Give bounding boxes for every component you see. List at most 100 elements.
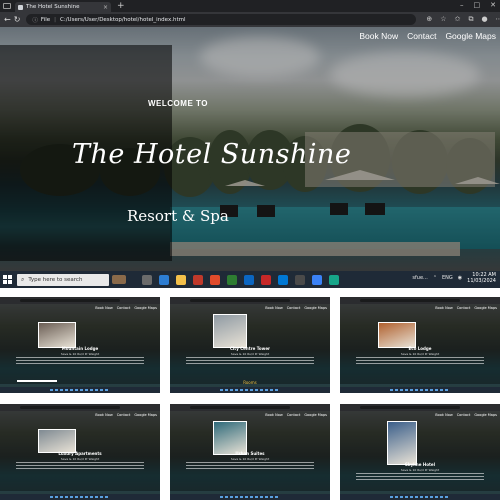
thumb-taskbar bbox=[340, 387, 500, 393]
url-separator: | bbox=[54, 16, 56, 23]
collections-icon[interactable]: ⧉ bbox=[468, 15, 473, 24]
taskbar-app-icon[interactable] bbox=[159, 274, 169, 285]
thumb-hotel-subtitle: Save & 10 Rs/d Pr Weight bbox=[400, 468, 440, 472]
thumb-browser-chrome bbox=[170, 297, 330, 304]
taskbar-app-icon[interactable] bbox=[176, 274, 186, 285]
address-bar: ← ↻ ⓘ File | C:/Users/User/Desktop/hotel… bbox=[0, 12, 500, 27]
favorite-star-icon[interactable]: ☆ bbox=[440, 15, 446, 24]
thumb-browser-chrome bbox=[0, 297, 160, 304]
hotel-page-thumbnail: Book Now Contact Google Maps Skyline Hotel S… bbox=[340, 404, 500, 500]
thumb-nav-link[interactable]: Contact bbox=[117, 413, 131, 417]
hotel-page-thumbnail: Book Now Contact Google Maps Mountain Lodge… bbox=[0, 297, 160, 393]
new-tab-button[interactable]: + bbox=[117, 1, 125, 11]
thumb-nav-link[interactable]: Book Now bbox=[95, 413, 112, 417]
thumb-nav-link[interactable]: Google Maps bbox=[134, 413, 157, 417]
thumb-hotel-subtitle: Save & 10 Rs/d Pr Weight bbox=[230, 352, 270, 356]
favorites-icon[interactable]: ✩ bbox=[455, 15, 461, 24]
hotel-page-thumbnail: Book Now Contact Google Maps Urban Suites Sa… bbox=[170, 404, 330, 500]
search-icon: ⌕ bbox=[21, 275, 25, 283]
thumb-nav-link[interactable]: Book Now bbox=[265, 413, 282, 417]
thumb-description-text bbox=[186, 462, 314, 471]
close-tab-icon[interactable]: × bbox=[103, 4, 108, 11]
browser-toolbar: ⊕ ☆ ✩ ⧉ ● ⋯ bbox=[426, 15, 500, 24]
thumb-nav-link[interactable]: Contact bbox=[117, 306, 131, 310]
thumb-nav-link[interactable]: Book Now bbox=[265, 306, 282, 310]
thumb-section-label: Rooms bbox=[243, 380, 257, 385]
thumb-nav-link[interactable]: Google Maps bbox=[304, 306, 327, 310]
zoom-icon[interactable]: ⊕ bbox=[426, 15, 432, 24]
thumb-hotel-photo bbox=[386, 421, 417, 465]
thumb-hotel-subtitle: Save & 10 Rs/d Pr Weight bbox=[230, 457, 270, 461]
search-placeholder: Type here to search bbox=[28, 276, 83, 283]
welcome-heading: WELCOME TO bbox=[148, 99, 208, 108]
nav-contact[interactable]: Contact bbox=[407, 31, 436, 41]
thumb-nav-link[interactable]: Contact bbox=[287, 413, 301, 417]
taskbar-app-icon[interactable] bbox=[295, 274, 305, 285]
taskbar-clock[interactable]: 10:22 AM 11/03/2024 bbox=[467, 272, 496, 284]
search-highlight-image bbox=[112, 275, 126, 284]
thumb-hotel-name: Eco Lodge bbox=[408, 346, 432, 351]
wifi-icon[interactable]: ◉ bbox=[458, 275, 462, 281]
thumb-description-text bbox=[186, 357, 314, 366]
thumb-top-nav: Book Now Contact Google Maps bbox=[95, 413, 157, 417]
thumb-top-nav: Book Now Contact Google Maps bbox=[265, 306, 327, 310]
taskbar-app-icon[interactable] bbox=[244, 274, 254, 285]
thumb-hotel-photo bbox=[38, 429, 77, 453]
more-options-icon[interactable]: ⋯ bbox=[496, 15, 500, 24]
main-browser-screenshot: The Hotel Sunshine × + – □ ✕ ← ↻ ⓘ File … bbox=[0, 0, 500, 288]
system-tray: sfue... ⌃ ENG ◉ 10:22 AM 11/03/2024 bbox=[412, 272, 496, 284]
thumb-top-nav: Book Now Contact Google Maps bbox=[435, 413, 497, 417]
top-nav: Book Now Contact Google Maps bbox=[359, 31, 496, 41]
thumb-dim-overlay bbox=[340, 304, 500, 384]
info-icon[interactable]: ⓘ bbox=[32, 16, 38, 24]
taskbar-app-icon[interactable] bbox=[261, 274, 271, 285]
refresh-icon[interactable]: ↻ bbox=[14, 15, 21, 24]
thumb-nav-link[interactable]: Contact bbox=[457, 413, 471, 417]
taskbar-app-icon[interactable] bbox=[210, 274, 220, 285]
clock-date: 11/03/2024 bbox=[467, 278, 496, 284]
hotel-hero-page: Book Now Contact Google Maps WELCOME TO … bbox=[0, 27, 500, 271]
taskbar-app-icon[interactable] bbox=[193, 274, 203, 285]
taskbar-search-input[interactable]: ⌕ Type here to search bbox=[17, 273, 109, 286]
thumb-nav-link[interactable]: Book Now bbox=[95, 306, 112, 310]
taskbar-app-icon[interactable] bbox=[278, 274, 288, 285]
thumb-nav-link[interactable]: Google Maps bbox=[134, 306, 157, 310]
thumb-taskbar bbox=[0, 387, 160, 393]
taskbar-app-icon[interactable] bbox=[329, 274, 339, 285]
maximize-icon[interactable]: □ bbox=[474, 1, 481, 9]
nav-google-maps[interactable]: Google Maps bbox=[445, 31, 496, 41]
thumb-hotel-photo bbox=[378, 322, 417, 348]
thumb-nav-link[interactable]: Google Maps bbox=[474, 413, 497, 417]
thumb-dim-overlay bbox=[0, 304, 160, 384]
thumb-nav-link[interactable]: Contact bbox=[287, 306, 301, 310]
taskbar-app-icon[interactable] bbox=[312, 274, 322, 285]
taskbar-app-icon[interactable] bbox=[142, 274, 152, 285]
nav-book-now[interactable]: Book Now bbox=[359, 31, 398, 41]
close-window-icon[interactable]: ✕ bbox=[490, 1, 496, 9]
tray-user-label[interactable]: sfue... bbox=[412, 275, 427, 281]
thumb-description-text bbox=[16, 357, 144, 366]
taskbar-app-icons bbox=[142, 274, 339, 285]
workspaces-icon[interactable] bbox=[3, 3, 11, 9]
thumb-taskbar bbox=[170, 387, 330, 393]
thumb-hotel-subtitle: Save & 10 Rs/d Pr Weight bbox=[400, 352, 440, 356]
browser-tab[interactable]: The Hotel Sunshine × bbox=[15, 2, 111, 12]
window-controls: – □ ✕ bbox=[460, 1, 496, 9]
thumb-nav-link[interactable]: Contact bbox=[457, 306, 471, 310]
profile-icon[interactable]: ● bbox=[481, 15, 487, 24]
language-indicator[interactable]: ENG bbox=[442, 275, 453, 281]
thumb-hotel-name: City Centre Tower bbox=[229, 346, 271, 351]
thumb-nav-link[interactable]: Google Maps bbox=[474, 306, 497, 310]
thumb-nav-link[interactable]: Book Now bbox=[435, 306, 452, 310]
thumb-hotel-photo bbox=[212, 314, 247, 348]
hotel-page-thumbnail: Book Now Contact Google Maps City Centre To… bbox=[170, 297, 330, 393]
windows-start-icon[interactable] bbox=[3, 275, 12, 284]
thumb-nav-link[interactable]: Book Now bbox=[435, 413, 452, 417]
tray-chevron-icon[interactable]: ⌃ bbox=[433, 275, 437, 281]
minimize-icon[interactable]: – bbox=[460, 1, 464, 9]
url-field[interactable]: ⓘ File | C:/Users/User/Desktop/hotel/hot… bbox=[26, 14, 417, 25]
back-icon[interactable]: ← bbox=[4, 15, 11, 24]
thumb-nav-link[interactable]: Google Maps bbox=[304, 413, 327, 417]
thumb-hotel-name: Skyline Hotel bbox=[405, 462, 435, 467]
taskbar-app-icon[interactable] bbox=[227, 274, 237, 285]
